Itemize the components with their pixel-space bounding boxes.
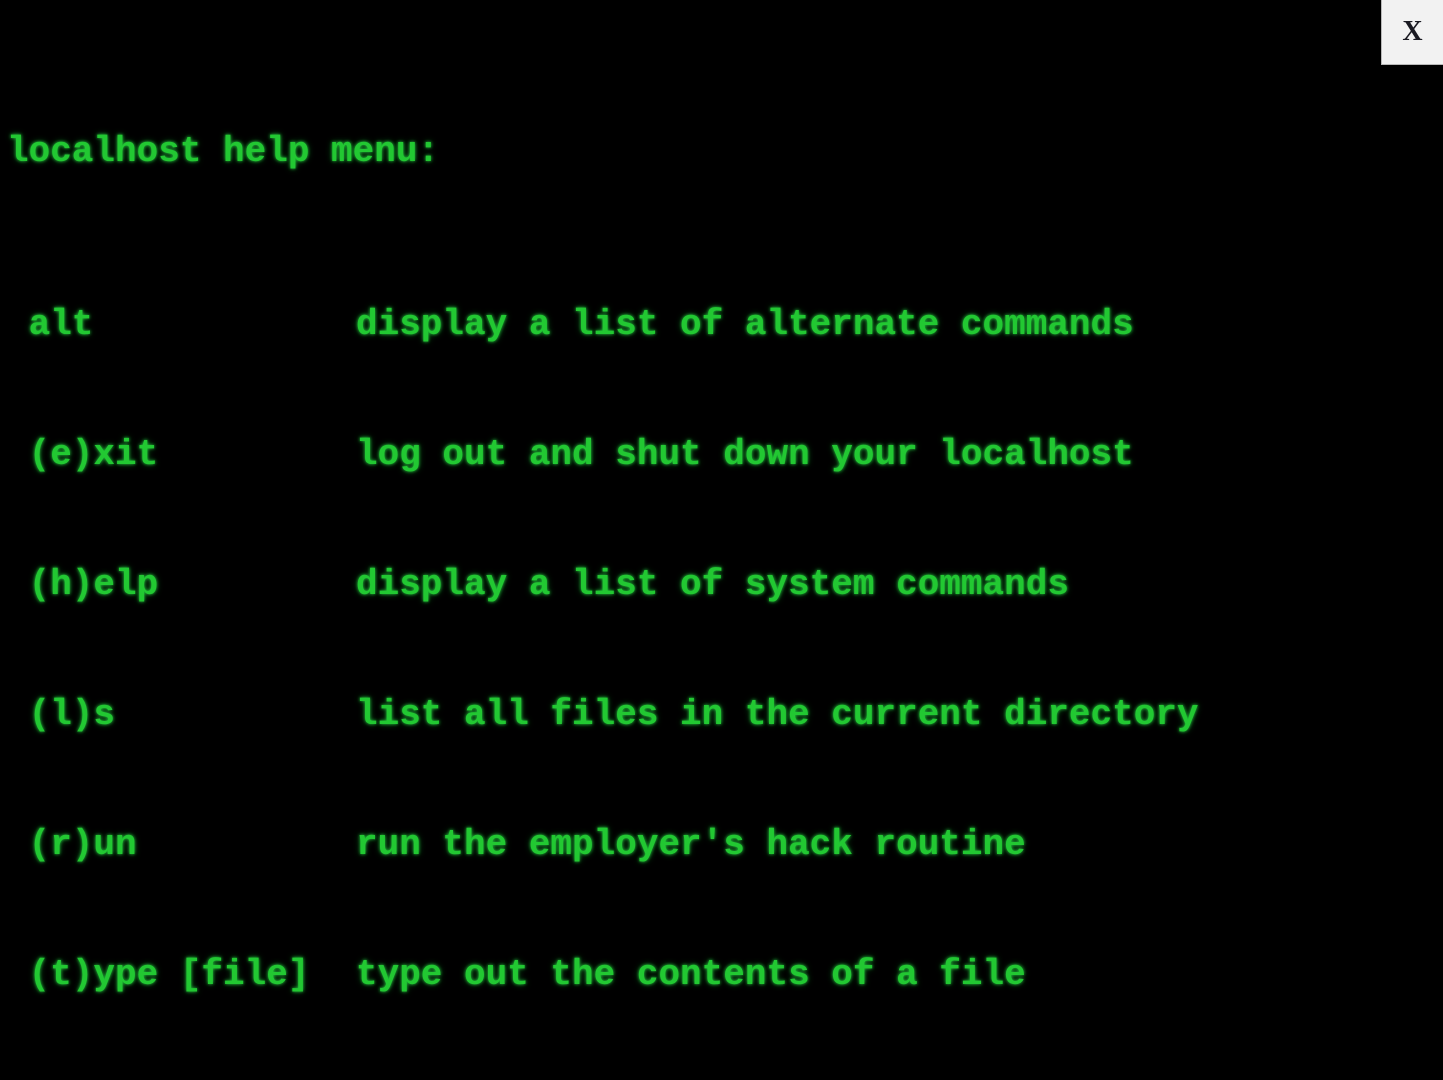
help-menu-heading: localhost help menu: xyxy=(7,130,440,172)
help-command-name: (l)s xyxy=(7,693,116,735)
help-command-name: (r)un xyxy=(7,823,137,865)
help-command-description: display a list of system commands xyxy=(356,563,1069,605)
help-command-name: alt xyxy=(7,304,94,346)
help-command-row: (t)ype [file] type out the contents of a … xyxy=(7,953,1443,996)
help-command-name: (h)elp xyxy=(7,563,159,605)
close-button[interactable]: X xyxy=(1381,0,1443,65)
help-command-description: display a list of alternate commands xyxy=(356,304,1134,346)
help-command-name: (e)xit xyxy=(7,433,159,475)
close-icon: X xyxy=(1402,16,1423,47)
help-command-description: log out and shut down your localhost xyxy=(356,433,1134,475)
help-command-row: (e)xit log out and shut down your localho… xyxy=(7,433,1443,476)
help-command-row: (h)elp display a list of system commands xyxy=(7,563,1443,606)
help-command-row: alt display a list of alternate commands xyxy=(7,303,1443,346)
help-command-description: list all files in the current directory xyxy=(356,693,1199,735)
help-command-row: (r)un run the employer's hack routine xyxy=(7,823,1443,866)
help-command-description: type out the contents of a file xyxy=(356,953,1026,995)
help-command-name: (t)ype [file] xyxy=(7,953,310,995)
help-command-row: (l)s list all files in the current direct… xyxy=(7,693,1443,736)
terminal-screen[interactable]: localhost help menu: alt display a list o… xyxy=(0,0,1443,1080)
help-command-description: run the employer's hack routine xyxy=(356,823,1026,865)
terminal-output: localhost help menu: alt display a list o… xyxy=(7,0,1443,1080)
